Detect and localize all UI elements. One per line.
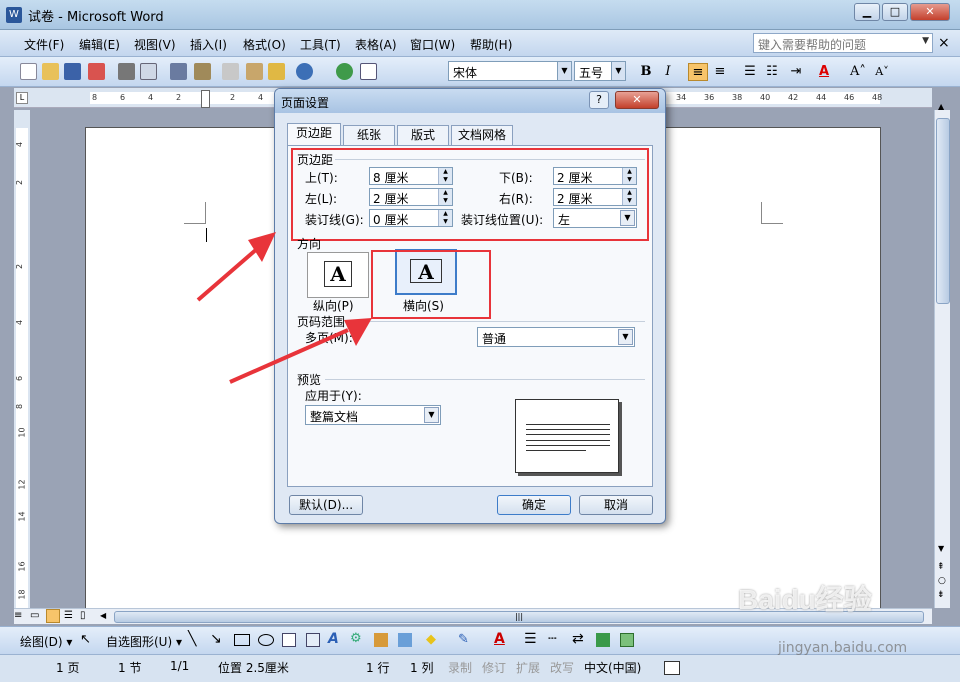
- arrow-to-landscape: [229, 318, 372, 384]
- baidu-watermark-url: jingyan.baidu.com: [778, 640, 908, 656]
- baidu-watermark: Baidu经验: [738, 584, 872, 615]
- arrow-to-margins: [196, 232, 276, 302]
